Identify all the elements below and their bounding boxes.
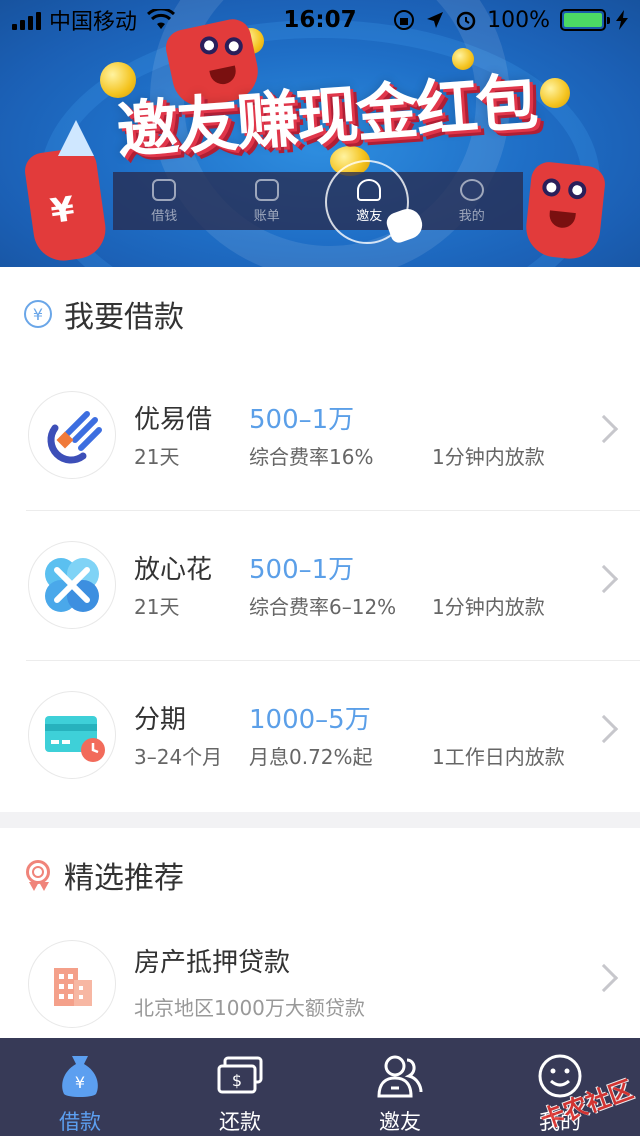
loan-section: ¥ 我要借款 优易借 21天 500–1万 综合费率16% 1分钟内放款 放心花… — [0, 267, 640, 812]
product-speed: 1分钟内放款 — [432, 595, 545, 619]
svg-text:$: $ — [232, 1071, 242, 1090]
section-header: 精选推荐 — [0, 828, 640, 922]
bill-icon — [254, 178, 279, 201]
product-rate: 综合费率6–12% — [249, 595, 397, 619]
loan-product-youyijie[interactable]: 优易借 21天 500–1万 综合费率16% 1分钟内放款 — [0, 361, 640, 511]
banner-tab-bill: 账单 — [216, 172, 319, 230]
banner-tab-mine: 我的 — [421, 172, 524, 230]
section-header: ¥ 我要借款 — [0, 267, 640, 361]
tab-repay[interactable]: $ 还款 — [160, 1038, 320, 1136]
invite-friends-icon — [375, 1050, 425, 1102]
cash-stack-icon: $ — [215, 1050, 265, 1102]
battery-icon — [560, 9, 610, 31]
product-name: 分期 — [134, 705, 187, 735]
banner-mini-tabbar: 借钱 账单 邀友 我的 — [113, 172, 523, 230]
recommend-item-mortgage[interactable]: 房产抵押贷款 北京地区1000万大额贷款 — [0, 922, 640, 1038]
tab-label: 借款 — [59, 1110, 101, 1134]
product-rate: 综合费率16% — [249, 445, 374, 469]
loan-product-fangxinhua[interactable]: 放心花 21天 500–1万 综合费率6–12% 1分钟内放款 — [0, 511, 640, 661]
money-bag-icon — [152, 178, 177, 201]
product-term: 3–24个月 — [134, 745, 223, 769]
card-clock-icon — [28, 691, 116, 779]
red-envelope-mascot-left: ¥ — [22, 145, 110, 265]
party-hat-icon — [58, 120, 94, 156]
product-term: 21天 — [134, 445, 180, 469]
coin-decoration — [540, 78, 570, 108]
chevron-right-icon — [589, 714, 619, 744]
banner-tab-label: 账单 — [253, 208, 280, 224]
tab-invite[interactable]: 邀友 — [320, 1038, 480, 1136]
section-title: 精选推荐 — [64, 861, 184, 896]
status-time: 16:07 — [283, 7, 357, 33]
status-bar: 中国移动 16:07 100% — [0, 0, 640, 40]
smile-icon — [459, 178, 484, 201]
product-name: 放心花 — [134, 555, 213, 585]
tab-label: 邀友 — [379, 1110, 421, 1134]
chevron-right-icon — [589, 414, 619, 444]
banner-tab-borrow: 借钱 — [113, 172, 216, 230]
product-amount: 1000–5万 — [249, 705, 371, 735]
product-name: 优易借 — [134, 405, 213, 435]
product-rate: 月息0.72%起 — [249, 745, 373, 769]
banner-tab-label: 我的 — [458, 208, 485, 224]
red-envelope-mascot-right — [523, 160, 607, 262]
money-bag-icon: ¥ — [55, 1050, 105, 1102]
building-icon — [28, 940, 116, 1028]
promo-banner[interactable]: ¥ 邀友赚现金红包 借钱 账单 邀友 我的 中国移动 16:07 100% — [0, 0, 640, 267]
recommend-name: 房产抵押贷款 — [134, 948, 291, 978]
recommend-desc: 北京地区1000万大额贷款 — [134, 996, 365, 1020]
product-amount: 500–1万 — [249, 405, 355, 435]
section-title: 我要借款 — [64, 300, 184, 335]
youyijie-logo-icon — [28, 391, 116, 479]
product-amount: 500–1万 — [249, 555, 355, 585]
chevron-right-icon — [589, 564, 619, 594]
tab-label: 还款 — [219, 1110, 261, 1134]
fangxinhua-logo-icon — [28, 541, 116, 629]
recommend-section: 精选推荐 房产抵押贷款 北京地区1000万大额贷款 — [0, 828, 640, 1038]
product-speed: 1工作日内放款 — [432, 745, 565, 769]
svg-text:¥: ¥ — [75, 1073, 85, 1092]
award-ribbon-icon — [24, 860, 52, 891]
chevron-right-icon — [589, 963, 619, 993]
banner-tab-label: 借钱 — [151, 208, 178, 224]
yen-circle-icon: ¥ — [24, 300, 52, 328]
loan-product-installment[interactable]: 分期 3–24个月 1000–5万 月息0.72%起 1工作日内放款 — [0, 661, 640, 811]
product-speed: 1分钟内放款 — [432, 445, 545, 469]
tab-borrow[interactable]: ¥ 借款 — [0, 1038, 160, 1136]
product-term: 21天 — [134, 595, 180, 619]
